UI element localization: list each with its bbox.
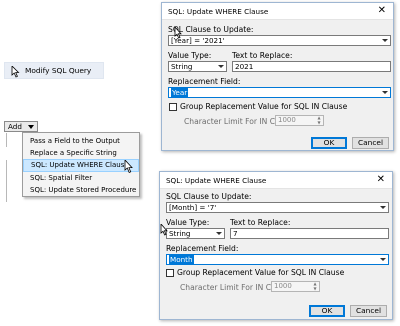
update-where-clause-dialog-2: SQL: Update WHERE Clause ✕ SQL Clause to… [159,171,393,320]
group-replacement-checkbox[interactable] [166,269,174,277]
group-replacement-label: Group Replacement Value for SQL IN Claus… [180,102,348,111]
panel-border-line [6,160,20,202]
replacement-field-label: Replacement Field: [168,77,241,86]
text-to-replace-input[interactable]: 2021 [232,61,391,72]
modify-sql-query-item[interactable]: Modify SQL Query [4,62,104,79]
dialog-titlebar: SQL: Update WHERE Clause ✕ [160,172,392,189]
update-where-clause-dialog-1: SQL: Update WHERE Clause ✕ SQL Clause to… [161,2,394,151]
value-type-value: String [171,62,193,71]
close-icon[interactable]: ✕ [377,175,385,185]
cancel-button[interactable]: Cancel [350,305,387,317]
replacement-field-select[interactable]: Year [168,87,391,98]
replacement-field-value: Year [171,88,189,97]
pointer-cursor-icon [11,65,21,78]
sql-clause-value: [Month] = '7' [169,203,217,212]
chevron-down-icon [216,232,222,235]
menu-item-spatial-filter[interactable]: SQL: Spatial Filter [23,172,139,184]
text-to-replace-label: Text to Replace: [230,218,291,227]
text-to-replace-input[interactable]: 7 [230,228,389,239]
character-limit-spinner[interactable]: 1000 ▲ ▼ [275,115,324,126]
value-type-select[interactable]: String [166,228,225,239]
group-replacement-checkbox[interactable] [169,103,177,111]
group-replacement-label: Group Replacement Value for SQL IN Claus… [177,268,345,277]
close-icon[interactable]: ✕ [378,6,386,16]
sql-clause-select[interactable]: [Month] = '7' [166,202,389,213]
add-dropdown-menu: Pass a Field to the Output Replace a Spe… [22,132,140,197]
cancel-button[interactable]: Cancel [352,137,389,149]
spinner-arrows-icon: ▲ ▼ [317,115,321,125]
menu-item-update-where-clause[interactable]: SQL: Update WHERE Clause [23,159,139,172]
character-limit-spinner[interactable]: 1000 ▲ ▼ [271,281,320,292]
menu-item-pass-field[interactable]: Pass a Field to the Output [23,135,139,147]
replacement-field-label: Replacement Field: [166,244,239,253]
dropdown-caret-icon [28,124,34,129]
chevron-down-icon [382,91,388,94]
text-to-replace-label: Text to Replace: [232,51,293,60]
sql-clause-select[interactable]: [Year] = '2021' [168,35,391,46]
value-type-label: Value Type: [168,51,212,60]
ok-button[interactable]: OK [309,305,345,317]
value-type-value: String [169,229,191,238]
dialog-title: SQL: Update WHERE Clause [166,175,267,185]
dialog-title: SQL: Update WHERE Clause [168,6,269,16]
add-button-label: Add [8,122,22,131]
chevron-down-icon [218,65,224,68]
mouse-pointer-icon [124,160,133,174]
sql-clause-label: SQL Clause to Update: [166,192,252,201]
character-limit-value: 1000 [274,282,292,290]
value-type-select[interactable]: String [168,61,227,72]
add-button[interactable]: Add [4,121,38,132]
chevron-down-icon [380,206,386,209]
mouse-pointer-icon [160,224,168,236]
ok-button[interactable]: OK [311,137,347,149]
dialog-titlebar: SQL: Update WHERE Clause ✕ [162,3,393,20]
modify-sql-query-label: Modify SQL Query [25,66,92,75]
mouse-pointer-icon [174,27,182,39]
chevron-down-icon [380,258,386,261]
spinner-arrows-icon: ▲ ▼ [313,281,317,291]
replacement-field-select[interactable]: Month [166,254,389,265]
character-limit-value: 1000 [278,116,296,124]
menu-item-update-stored-procedure[interactable]: SQL: Update Stored Procedure [23,184,139,196]
replacement-field-value: Month [169,255,194,264]
chevron-down-icon [382,39,388,42]
menu-item-replace-string[interactable]: Replace a Specific String [23,147,139,159]
value-type-label: Value Type: [166,218,210,227]
